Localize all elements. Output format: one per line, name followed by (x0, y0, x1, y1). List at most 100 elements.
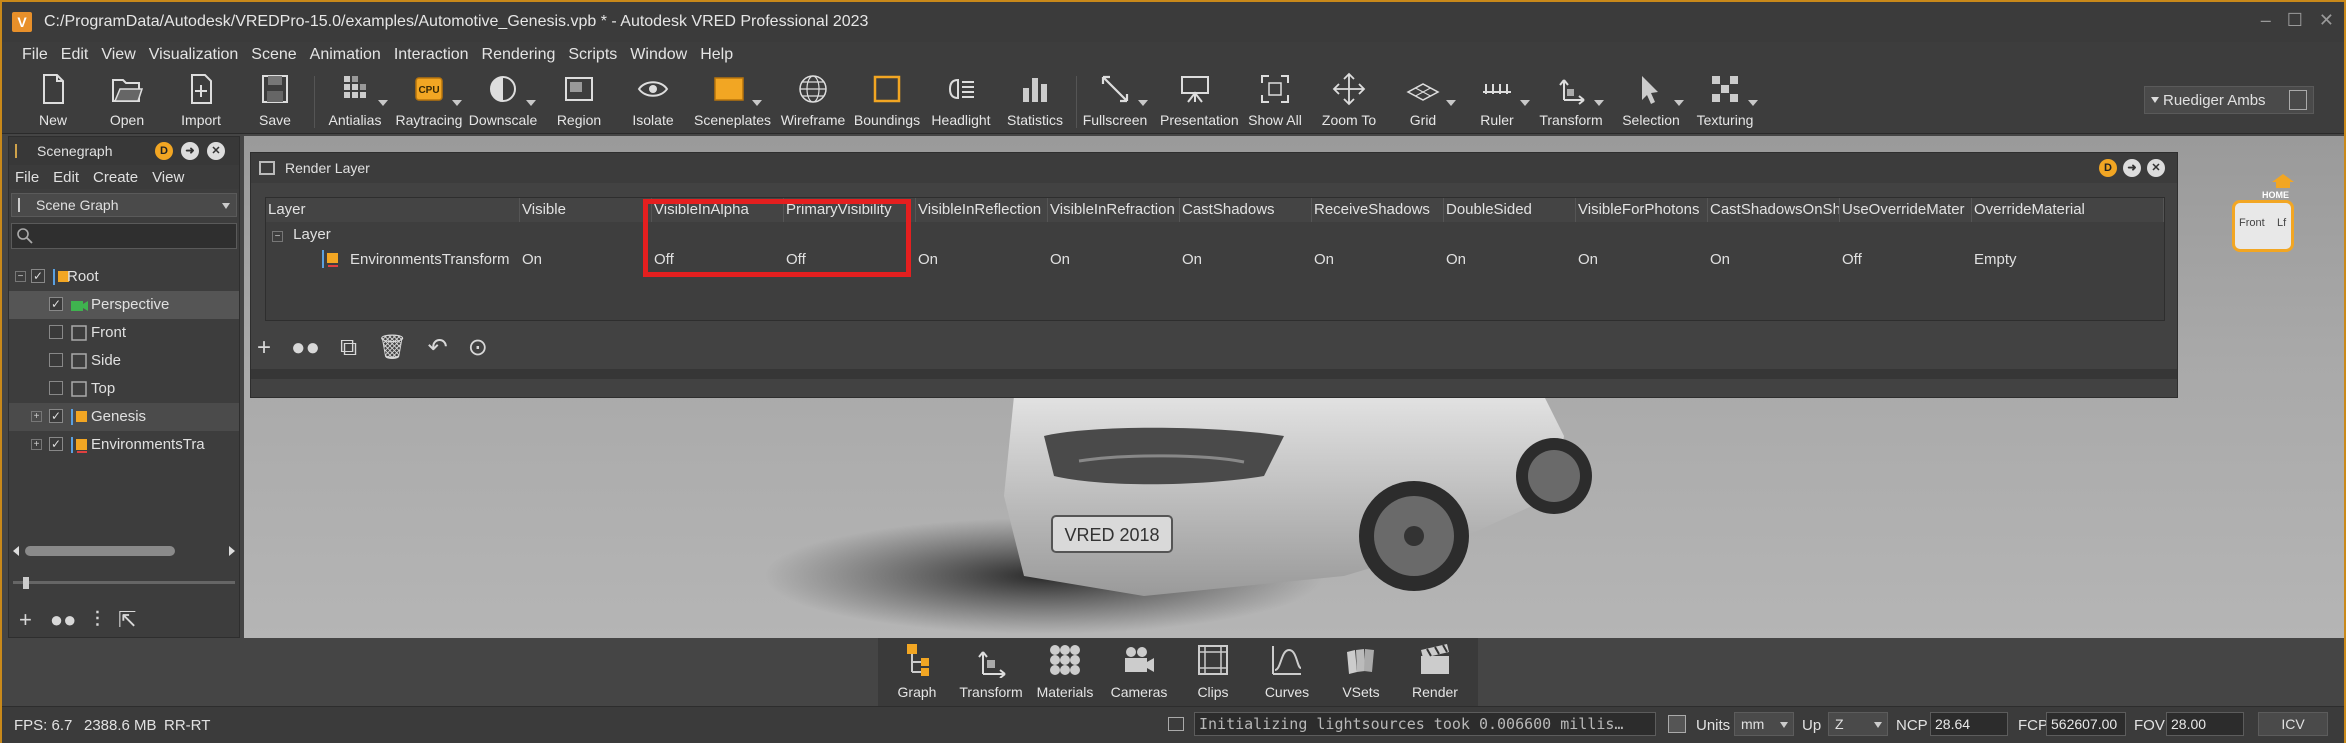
zoom-to-button[interactable]: Zoom To (1314, 70, 1384, 132)
tree-node-top[interactable]: Top (9, 375, 239, 403)
close-icon[interactable]: ✕ (2319, 10, 2334, 31)
close-panel-icon[interactable]: ✕ (207, 142, 225, 160)
navcube-left-face[interactable]: Lf (2277, 217, 2286, 229)
new-button[interactable]: New (18, 70, 88, 132)
scenegraph-mode-dropdown[interactable]: Scene Graph (11, 193, 237, 217)
tree-horizontal-scrollbar[interactable] (13, 543, 235, 559)
dock-graph-button[interactable]: Graph (882, 642, 952, 700)
apply-check-icon[interactable]: ⊙ (468, 333, 488, 362)
collapse-icon[interactable]: − (15, 271, 26, 282)
fullscreen-button[interactable]: Fullscreen (1080, 70, 1150, 132)
clone-node-icon[interactable]: ●● (50, 607, 77, 633)
visibility-checkbox[interactable]: ✓ (49, 437, 63, 451)
wireframe-button[interactable]: Wireframe (778, 70, 848, 132)
dock-toggle-icon[interactable]: D (155, 142, 173, 160)
menu-rendering[interactable]: Rendering (478, 46, 565, 64)
cell-use-override-material[interactable]: Off (1842, 251, 1862, 268)
show-all-button[interactable]: Show All (1240, 70, 1310, 132)
texturing-button[interactable]: Texturing (1690, 70, 1760, 132)
cell-visible[interactable]: On (522, 251, 542, 268)
cell-cast-shadows[interactable]: On (1182, 251, 1202, 268)
ruler-dropdown-icon[interactable] (1520, 100, 1530, 106)
visibility-checkbox[interactable] (49, 381, 63, 395)
region-button[interactable]: Region (544, 70, 614, 132)
menu-interaction[interactable]: Interaction (390, 46, 478, 64)
icv-button[interactable]: ICV (2258, 712, 2328, 736)
col-header-use-override-material[interactable]: UseOverrideMater (1840, 198, 1972, 222)
fcp-input[interactable]: 562607.00 (2046, 712, 2126, 736)
dock-curves-button[interactable]: Curves (1252, 642, 1322, 700)
layer-row[interactable]: EnvironmentsTransform On Off Off On On O… (266, 246, 2164, 274)
sg-menu-create[interactable]: Create (93, 169, 138, 186)
save-button[interactable]: Save (240, 70, 310, 132)
visibility-checkbox[interactable] (49, 325, 63, 339)
zoom-slider[interactable] (13, 577, 235, 589)
grid-dropdown-icon[interactable] (1446, 100, 1456, 106)
statistics-button[interactable]: Statistics (1000, 70, 1070, 132)
expand-icon[interactable]: + (31, 411, 42, 422)
cell-visible-for-photons[interactable]: On (1578, 251, 1598, 268)
add-layer-icon[interactable]: + (257, 334, 271, 362)
raytracing-button[interactable]: CPU Raytracing (394, 70, 464, 132)
cell-visible-in-refraction[interactable]: On (1050, 251, 1070, 268)
add-node-icon[interactable]: + (19, 607, 32, 633)
fov-input[interactable]: 28.00 (2166, 712, 2244, 736)
col-header-visible-in-refraction[interactable]: VisibleInRefraction (1048, 198, 1180, 222)
transform-dropdown-icon[interactable] (1594, 100, 1604, 106)
col-header-receive-shadows[interactable]: ReceiveShadows (1312, 198, 1444, 222)
boundings-button[interactable]: Boundings (852, 70, 922, 132)
scenegraph-search-input[interactable] (11, 223, 237, 249)
user-account-dropdown[interactable]: Ruediger Ambs (2144, 86, 2314, 114)
scroll-left-icon[interactable] (13, 546, 19, 556)
undo-icon[interactable]: ↶ (428, 333, 448, 362)
cell-cast-shadows-on-shadow[interactable]: On (1710, 251, 1730, 268)
cell-visible-in-reflection[interactable]: On (918, 251, 938, 268)
menu-edit[interactable]: Edit (57, 46, 98, 64)
col-header-override-material[interactable]: OverrideMaterial (1972, 198, 2164, 222)
units-dropdown[interactable]: mm (1734, 712, 1794, 736)
selection-dropdown-icon[interactable] (1674, 100, 1684, 106)
maximize-icon[interactable]: ☐ (2287, 10, 2303, 31)
expand-icon[interactable]: + (31, 439, 42, 450)
dock-materials-button[interactable]: Materials (1030, 642, 1100, 700)
menu-scripts[interactable]: Scripts (564, 46, 626, 64)
antialias-dropdown-icon[interactable] (378, 100, 388, 106)
duplicate-layer-icon[interactable]: ●● (291, 334, 320, 362)
headlight-button[interactable]: Headlight (926, 70, 996, 132)
tree-node-perspective[interactable]: ✓ Perspective (9, 291, 239, 319)
presentation-button[interactable]: Presentation (1160, 70, 1239, 132)
sceneplates-dropdown-icon[interactable] (752, 100, 762, 106)
close-dialog-icon[interactable]: ✕ (2147, 159, 2165, 177)
dock-clips-button[interactable]: Clips (1178, 642, 1248, 700)
menu-scene[interactable]: Scene (247, 46, 305, 64)
col-header-visible-for-photons[interactable]: VisibleForPhotons (1576, 198, 1708, 222)
minimize-icon[interactable]: – (2261, 10, 2271, 31)
visibility-checkbox[interactable]: ✓ (31, 269, 45, 283)
col-header-cast-shadows[interactable]: CastShadows (1180, 198, 1312, 222)
cell-receive-shadows[interactable]: On (1314, 251, 1334, 268)
tree-node-genesis[interactable]: + ✓ Genesis (9, 403, 239, 431)
console-icon[interactable] (1168, 717, 1184, 731)
up-axis-dropdown[interactable]: Z (1828, 712, 1888, 736)
delete-icon[interactable]: 🗑 (377, 333, 407, 362)
scrollbar-thumb[interactable] (25, 546, 175, 556)
col-header-double-sided[interactable]: DoubleSided (1444, 198, 1576, 222)
fullscreen-dropdown-icon[interactable] (1138, 100, 1148, 106)
cell-override-material[interactable]: Empty (1974, 251, 2017, 268)
col-header-cast-shadows-on-shadow[interactable]: CastShadowsOnSh (1708, 198, 1840, 222)
ncp-input[interactable]: 28.64 (1930, 712, 2008, 736)
antialias-button[interactable]: Antialias (320, 70, 390, 132)
open-button[interactable]: Open (92, 70, 162, 132)
dock-cameras-button[interactable]: Cameras (1104, 642, 1174, 700)
tree-node-environments[interactable]: + ✓ EnvironmentsTra (9, 431, 239, 459)
dock-vsets-button[interactable]: VSets (1326, 642, 1396, 700)
sceneplates-button[interactable]: Sceneplates (694, 70, 771, 132)
dock-transform-button[interactable]: Transform (956, 642, 1026, 700)
visibility-checkbox[interactable] (49, 353, 63, 367)
sg-menu-edit[interactable]: Edit (53, 169, 79, 186)
visibility-checkbox[interactable]: ✓ (49, 409, 63, 423)
menu-help[interactable]: Help (696, 46, 742, 64)
select-nodes-icon[interactable]: ⧉ (340, 334, 357, 362)
scroll-right-icon[interactable] (229, 546, 235, 556)
isolate-button[interactable]: Isolate (618, 70, 688, 132)
